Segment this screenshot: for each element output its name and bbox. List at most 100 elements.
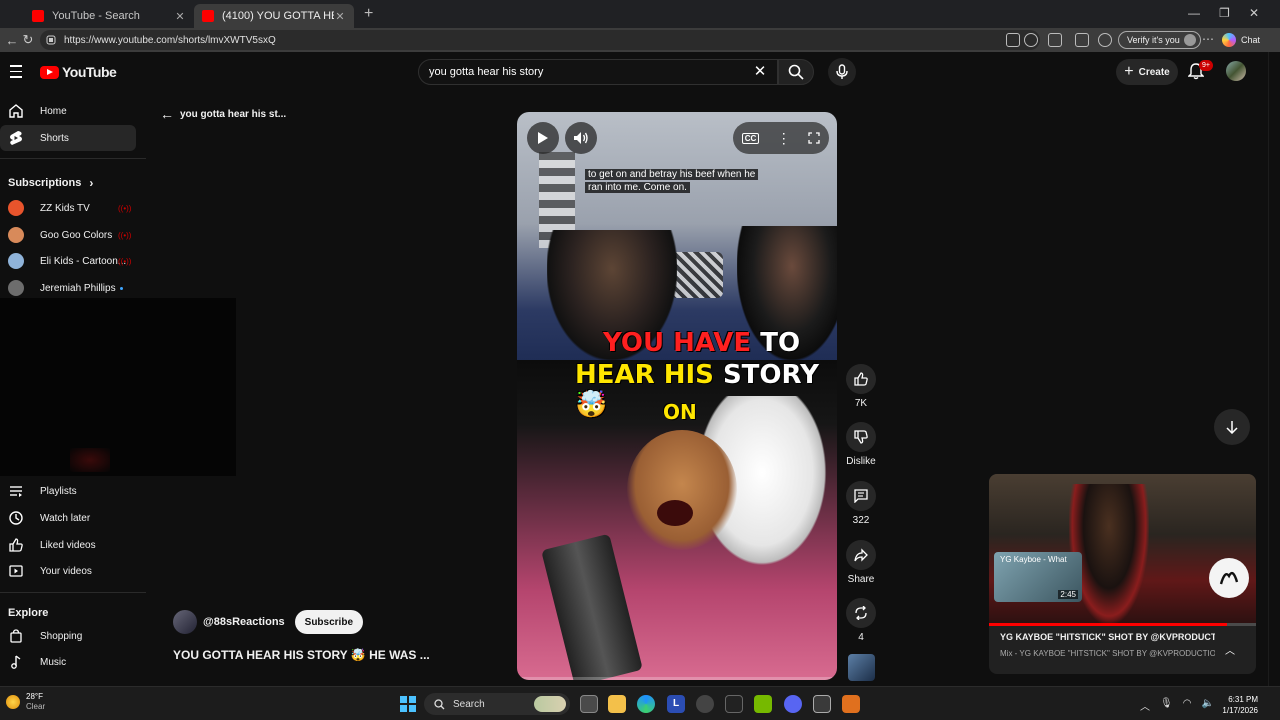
browser-tab-shorts[interactable]: (4100) YOU GOTTA HEAR HIS STO ✕ bbox=[194, 4, 354, 28]
page-scrollbar[interactable] bbox=[1268, 52, 1280, 686]
verify-profile-button[interactable]: Verify it's you bbox=[1118, 31, 1201, 49]
back-to-search-button[interactable]: ← you gotta hear his st... bbox=[160, 106, 286, 122]
chevron-right-icon: › bbox=[89, 176, 94, 190]
favorites-icon[interactable] bbox=[1098, 33, 1112, 47]
window-close-icon[interactable]: ✕ bbox=[1249, 6, 1259, 20]
search-button[interactable] bbox=[778, 59, 814, 85]
video-progress-bar[interactable] bbox=[517, 677, 837, 680]
weather-widget[interactable]: 28°F Clear bbox=[6, 692, 45, 712]
taskbar-search-box[interactable]: Search bbox=[424, 693, 570, 715]
volume-button[interactable] bbox=[565, 122, 597, 154]
tab-title: YouTube - Search bbox=[52, 10, 140, 22]
dislike-button[interactable]: Dislike bbox=[843, 422, 879, 467]
microphone-icon[interactable]: 🎙 bbox=[1160, 698, 1173, 713]
app-install-icon[interactable] bbox=[1006, 33, 1020, 47]
mini-player-video[interactable]: YG Kayboe - What 2:45 bbox=[989, 474, 1256, 626]
minimize-icon[interactable]: — bbox=[1188, 6, 1200, 20]
browser-tab-bar: YouTube - Search ✕ (4100) YOU GOTTA HEAR… bbox=[0, 0, 1280, 28]
subscription-name: ZZ Kids TV bbox=[40, 202, 90, 214]
channel-row: @88sReactions Subscribe bbox=[173, 610, 364, 634]
fullscreen-icon[interactable] bbox=[808, 132, 820, 144]
file-explorer-icon[interactable] bbox=[608, 695, 626, 713]
menu-icon[interactable] bbox=[10, 65, 22, 82]
shorts-video-player[interactable]: CC ⋮ to get on and betray his beef when … bbox=[517, 112, 837, 680]
terminal-icon[interactable] bbox=[725, 695, 743, 713]
chevron-up-icon[interactable]: ︿ bbox=[1140, 698, 1150, 713]
close-tab-icon[interactable]: ✕ bbox=[174, 10, 186, 23]
playlist-icon bbox=[0, 485, 32, 497]
mini-player-progress-bar[interactable] bbox=[989, 623, 1256, 626]
next-short-button[interactable] bbox=[1214, 409, 1250, 445]
more-menu-icon[interactable]: ⋯ bbox=[1202, 32, 1214, 46]
mini-player-inner-thumbnail: YG Kayboe - What 2:45 bbox=[994, 552, 1082, 602]
app-active-icon[interactable] bbox=[813, 695, 831, 713]
discord-icon[interactable] bbox=[784, 695, 802, 713]
chevron-up-icon[interactable]: ︿ bbox=[1225, 642, 1235, 657]
remix-button[interactable]: 4 bbox=[843, 598, 879, 643]
restore-icon[interactable]: ❐ bbox=[1219, 6, 1230, 20]
sidebar-item-playlists[interactable]: Playlists bbox=[0, 478, 136, 504]
subscription-item[interactable]: Goo Goo Colors ((•)) bbox=[0, 222, 136, 248]
sidebar-item-shopping[interactable]: Shopping bbox=[0, 623, 136, 649]
channel-avatar bbox=[8, 227, 24, 243]
clock-icon bbox=[0, 511, 32, 525]
play-button[interactable] bbox=[527, 122, 559, 154]
app-orange-icon[interactable] bbox=[842, 695, 860, 713]
speaker-icon[interactable]: 🔈 bbox=[1201, 698, 1213, 713]
search-input[interactable]: you gotta hear his story bbox=[418, 59, 778, 85]
sidebar-item-watch-later[interactable]: Watch later bbox=[0, 505, 136, 531]
refresh-icon[interactable]: ↻ bbox=[16, 28, 40, 52]
edge-browser-icon[interactable] bbox=[637, 695, 655, 713]
app-icon[interactable] bbox=[696, 695, 714, 713]
channel-name[interactable]: @88sReactions bbox=[203, 616, 285, 628]
clear-search-icon[interactable]: ✕ bbox=[752, 64, 768, 80]
search-highlight-image bbox=[534, 696, 566, 712]
sidebar-item-liked-videos[interactable]: Liked videos bbox=[0, 532, 136, 558]
sidebar-item-your-videos[interactable]: Your videos bbox=[0, 558, 136, 584]
captions-button[interactable]: CC bbox=[741, 132, 760, 144]
channel-avatar bbox=[8, 253, 24, 269]
task-view-icon[interactable] bbox=[580, 695, 598, 713]
address-bar[interactable]: https://www.youtube.com/shorts/lmvXWTV5s… bbox=[40, 30, 1040, 50]
app-l-icon[interactable]: L bbox=[667, 695, 685, 713]
back-label: you gotta hear his st... bbox=[180, 108, 287, 120]
extensions-icon[interactable] bbox=[1048, 33, 1062, 47]
create-button[interactable]: + Create bbox=[1116, 59, 1178, 85]
mini-player-title[interactable]: YG KAYBOE "HITSTICK" SHOT BY @KVPRODUCT.… bbox=[1000, 632, 1215, 642]
browser-essentials-icon[interactable] bbox=[1075, 33, 1089, 47]
sidebar-item-music[interactable]: Music bbox=[0, 649, 136, 675]
sidebar-item-shorts[interactable]: Shorts bbox=[0, 125, 136, 151]
subscription-item[interactable]: ZZ Kids TV ((•)) bbox=[0, 195, 136, 221]
clock[interactable]: 6:31 PM 1/17/2026 bbox=[1214, 694, 1258, 716]
user-avatar[interactable] bbox=[1226, 61, 1246, 81]
mini-player[interactable]: YG Kayboe - What 2:45 YG KAYBOE "HITSTIC… bbox=[989, 474, 1256, 674]
voice-search-button[interactable] bbox=[828, 58, 856, 86]
new-tab-button[interactable]: + bbox=[364, 5, 373, 23]
sidebar-item-home[interactable]: Home bbox=[0, 98, 136, 124]
comments-button[interactable]: 322 bbox=[843, 481, 879, 526]
more-options-icon[interactable]: ⋮ bbox=[777, 130, 791, 147]
subscription-name: Eli Kids - Cartoon... bbox=[40, 255, 127, 267]
copilot-chat-button[interactable]: Chat bbox=[1222, 31, 1260, 49]
site-info-icon[interactable] bbox=[46, 35, 56, 45]
subscriptions-header[interactable]: Subscriptions › bbox=[8, 176, 93, 190]
close-tab-icon[interactable]: ✕ bbox=[334, 10, 346, 23]
subscribe-button[interactable]: Subscribe bbox=[294, 610, 364, 634]
wifi-icon[interactable]: ◠ bbox=[1183, 698, 1192, 713]
short-title[interactable]: YOU GOTTA HEAR HIS STORY 🤯 HE WAS ... bbox=[173, 648, 430, 662]
nvidia-icon[interactable] bbox=[754, 695, 772, 713]
sidebar-item-label: Shopping bbox=[40, 630, 83, 642]
overlay-word: HEAR HIS bbox=[575, 360, 714, 390]
windows-start-icon[interactable] bbox=[400, 696, 416, 712]
logo-text: YouTube bbox=[62, 64, 117, 80]
share-button[interactable]: Share bbox=[843, 540, 879, 585]
caption-line: to get on and betray his beef when he bbox=[585, 169, 759, 180]
subscription-item[interactable]: Eli Kids - Cartoon... ((•)) bbox=[0, 248, 136, 274]
channel-avatar[interactable] bbox=[173, 610, 197, 634]
like-button[interactable]: 7K bbox=[843, 364, 879, 409]
sound-thumbnail[interactable] bbox=[848, 654, 875, 681]
exploding-head-emoji-icon: 🤯 bbox=[575, 390, 608, 420]
favorite-star-icon[interactable] bbox=[1024, 33, 1038, 47]
youtube-logo[interactable]: YouTube bbox=[40, 64, 117, 80]
browser-tab-search[interactable]: YouTube - Search ✕ bbox=[24, 4, 194, 28]
